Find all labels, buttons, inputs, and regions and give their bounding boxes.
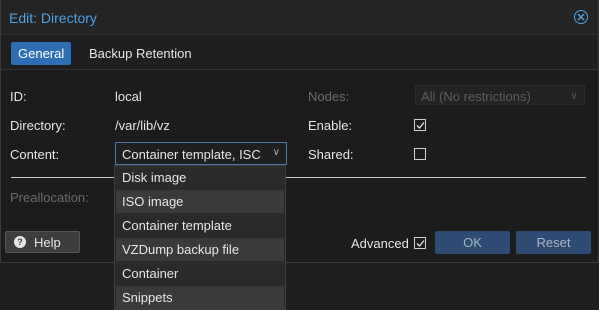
tab-backup-retention[interactable]: Backup Retention [82,42,199,65]
ok-button[interactable]: OK [435,231,510,254]
content-label: Content: [10,147,60,162]
dialog-footer: ? Help Advanced OK Reset [1,226,598,262]
tab-bar: General Backup Retention [1,35,598,70]
id-label: ID: [10,89,27,104]
dialog-title: Edit: Directory [9,10,97,26]
nodes-select-value: All (No restrictions) [421,89,531,104]
list-item[interactable]: Disk image [116,166,284,189]
id-value: local [115,89,142,104]
preallocation-label: Preallocation: [10,190,89,205]
reset-button[interactable]: Reset [516,231,591,254]
enable-label: Enable: [308,118,353,133]
tab-general[interactable]: General [11,42,72,65]
section-divider [11,177,586,178]
shared-label: Shared: [308,147,354,162]
list-item[interactable]: Container template [116,214,284,237]
chevron-down-icon: ∨ [569,90,578,102]
enable-checkbox[interactable] [414,119,426,131]
list-item[interactable]: Container [116,262,284,285]
nodes-label: Nodes: [308,89,350,104]
advanced-checkbox[interactable] [414,237,426,249]
dialog-titlebar: Edit: Directory [1,0,598,35]
list-item[interactable]: VZDump backup file [116,238,284,261]
close-icon[interactable] [574,10,588,24]
content-dropdown-list: Disk image ISO image Container template … [114,165,286,310]
nodes-select[interactable]: All (No restrictions) ∨ [415,85,585,105]
help-button-label: Help [34,235,61,250]
help-icon: ? [14,236,26,248]
directory-value: /var/lib/vz [115,118,170,133]
advanced-label: Advanced [351,236,409,251]
chevron-down-icon: ∨ [272,147,280,158]
content-select-value: Container template, ISC [122,147,261,162]
edit-directory-dialog: Edit: Directory General Backup Retention… [0,0,599,263]
list-item[interactable]: Snippets [116,286,284,309]
help-button[interactable]: ? Help [5,231,80,253]
directory-label: Directory: [10,118,66,133]
content-select[interactable]: Container template, ISC ∨ [115,142,287,165]
shared-checkbox[interactable] [414,148,426,160]
list-item[interactable]: ISO image [116,190,284,213]
